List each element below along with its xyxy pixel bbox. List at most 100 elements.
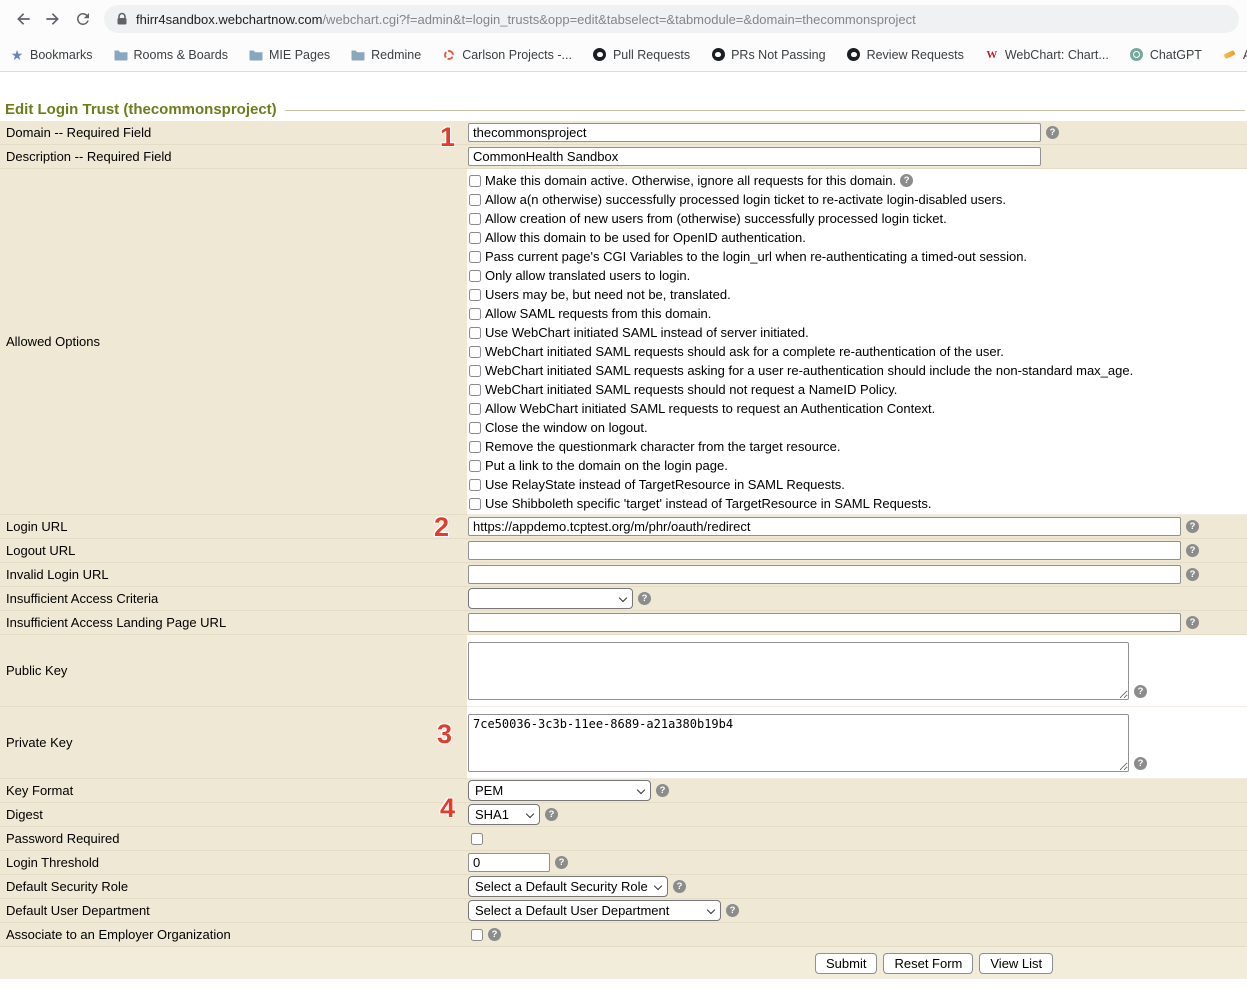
domain-input[interactable] xyxy=(468,123,1041,142)
option-checkbox[interactable] xyxy=(469,346,481,358)
private-key-textarea[interactable]: 7ce50036-3c3b-11ee-8689-a21a380b19b4 xyxy=(468,714,1129,772)
option-checkbox[interactable] xyxy=(469,270,481,282)
default-user-department-select[interactable]: Select a Default User Department xyxy=(468,900,721,921)
help-icon[interactable] xyxy=(1186,568,1199,581)
description-input[interactable] xyxy=(468,147,1041,166)
option-checkbox[interactable] xyxy=(469,327,481,339)
bookmark-review-requests[interactable]: Review Requests xyxy=(847,48,964,62)
field-label-key-format: Key Format xyxy=(0,779,467,803)
insufficient-access-criteria-select[interactable] xyxy=(468,588,633,609)
help-icon[interactable] xyxy=(1186,520,1199,533)
option-checkbox[interactable] xyxy=(469,403,481,415)
back-button[interactable] xyxy=(8,4,38,34)
form-row-insufficient-access-criteria: Insufficient Access Criteria xyxy=(0,587,1247,611)
option-checkbox[interactable] xyxy=(469,460,481,472)
help-icon[interactable] xyxy=(545,808,558,821)
login-url-input[interactable] xyxy=(468,517,1181,536)
help-icon[interactable] xyxy=(1134,757,1147,770)
option-checkbox[interactable] xyxy=(469,175,481,187)
form-row-digest: Digest SHA1 xyxy=(0,803,1247,827)
key-format-select[interactable]: PEM xyxy=(468,780,651,801)
help-icon[interactable] xyxy=(900,174,913,187)
reset-form-button[interactable]: Reset Form xyxy=(883,953,973,974)
option-checkbox[interactable] xyxy=(469,384,481,396)
form-row-associate-employer-organization: Associate to an Employer Organization xyxy=(0,923,1247,947)
bookmark-prs-not-passing[interactable]: PRs Not Passing xyxy=(711,48,825,62)
form-row-login-threshold: Login Threshold xyxy=(0,851,1247,875)
password-required-checkbox[interactable] xyxy=(471,833,483,845)
invalid-login-url-input[interactable] xyxy=(468,565,1181,584)
field-label-domain: Domain -- Required Field xyxy=(0,121,467,145)
bookmark-rooms-boards[interactable]: Rooms & Boards xyxy=(114,48,228,62)
option-checkbox[interactable] xyxy=(469,232,481,244)
option-checkbox[interactable] xyxy=(469,213,481,225)
field-label-allowed-options: Allowed Options xyxy=(0,169,467,515)
help-icon[interactable] xyxy=(673,880,686,893)
help-icon[interactable] xyxy=(1046,126,1059,139)
bookmark-carlson-projects[interactable]: Carlson Projects -... xyxy=(442,48,572,62)
browser-chrome: fhirr4sandbox.webchartnow.com/webchart.c… xyxy=(0,0,1247,72)
bookmark-redmine[interactable]: Redmine xyxy=(351,48,421,62)
chevron-down-icon xyxy=(637,786,645,794)
form-row-login-url: Login URL xyxy=(0,515,1247,539)
view-list-button[interactable]: View List xyxy=(979,953,1053,974)
bookmark-mie-pages[interactable]: MIE Pages xyxy=(249,48,330,62)
help-icon[interactable] xyxy=(1186,616,1199,629)
insufficient-access-landing-page-url-input[interactable] xyxy=(468,613,1181,632)
back-arrow-icon xyxy=(13,9,33,29)
help-icon[interactable] xyxy=(555,856,568,869)
chevron-down-icon xyxy=(707,906,715,914)
digest-select[interactable]: SHA1 xyxy=(468,804,540,825)
title-row: Edit Login Trust (thecommonsproject) xyxy=(0,72,1247,121)
help-icon[interactable] xyxy=(488,928,501,941)
bookmark-webchart-chart[interactable]: WebChart: Chart... xyxy=(985,48,1109,62)
bookmark-pull-requests[interactable]: Pull Requests xyxy=(593,48,690,62)
reload-button[interactable] xyxy=(68,4,98,34)
submit-button[interactable]: Submit xyxy=(815,953,877,974)
field-label-insufficient-access-landing-page-url: Insufficient Access Landing Page URL xyxy=(0,611,467,635)
option-checkbox[interactable] xyxy=(469,365,481,377)
forward-button[interactable] xyxy=(38,4,68,34)
field-label-invalid-login-url: Invalid Login URL xyxy=(0,563,467,587)
chevron-down-icon xyxy=(619,594,627,602)
bookmark-acc[interactable]: Acc... xyxy=(1223,48,1247,62)
login-threshold-input[interactable] xyxy=(468,853,550,872)
form-row-default-security-role: Default Security Role Select a Default S… xyxy=(0,875,1247,899)
github-icon xyxy=(711,48,725,62)
form-row-default-user-department: Default User Department Select a Default… xyxy=(0,899,1247,923)
help-icon[interactable] xyxy=(656,784,669,797)
page-title: Edit Login Trust (thecommonsproject) xyxy=(5,101,277,118)
public-key-textarea[interactable] xyxy=(468,642,1129,700)
associate-employer-checkbox[interactable] xyxy=(471,929,483,941)
help-icon[interactable] xyxy=(1186,544,1199,557)
help-icon[interactable] xyxy=(726,904,739,917)
logout-url-input[interactable] xyxy=(468,541,1181,560)
option-checkbox[interactable] xyxy=(469,479,481,491)
field-label-password-required: Password Required xyxy=(0,827,467,851)
default-security-role-select[interactable]: Select a Default Security Role xyxy=(468,876,668,897)
carlson-projects-icon xyxy=(442,48,456,62)
chatgpt-icon xyxy=(1130,48,1144,62)
option-checkbox[interactable] xyxy=(469,308,481,320)
help-icon[interactable] xyxy=(638,592,651,605)
field-label-private-key: Private Key xyxy=(0,707,467,779)
address-bar[interactable]: fhirr4sandbox.webchartnow.com/webchart.c… xyxy=(104,5,1239,33)
form-actions: Submit Reset Form View List xyxy=(0,947,1247,979)
url-path: /webchart.cgi?f=admin&t=login_trusts&opp… xyxy=(322,12,915,27)
form-row-logout-url: Logout URL xyxy=(0,539,1247,563)
bookmark-bookmarks[interactable]: ★Bookmarks xyxy=(10,48,93,62)
bookmark-chatgpt[interactable]: ChatGPT xyxy=(1130,48,1202,62)
option-checkbox[interactable] xyxy=(469,194,481,206)
star-icon: ★ xyxy=(10,48,24,62)
bookmarks-bar: ★Bookmarks Rooms & Boards MIE Pages Redm… xyxy=(0,38,1247,72)
yellow-icon xyxy=(1223,48,1237,62)
title-rule xyxy=(285,110,1245,111)
option-checkbox[interactable] xyxy=(469,251,481,263)
annotation-2: 2 xyxy=(434,514,449,541)
option-checkbox[interactable] xyxy=(469,422,481,434)
lock-icon xyxy=(116,12,128,26)
option-checkbox[interactable] xyxy=(469,498,481,510)
help-icon[interactable] xyxy=(1134,685,1147,698)
option-checkbox[interactable] xyxy=(469,441,481,453)
option-checkbox[interactable] xyxy=(469,289,481,301)
